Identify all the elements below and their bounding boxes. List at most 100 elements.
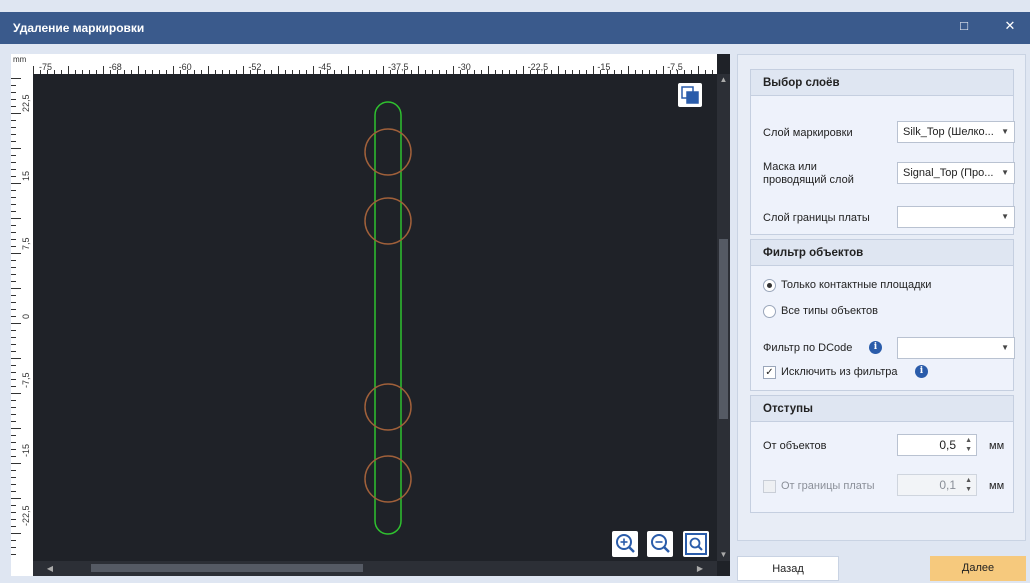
board-drawing[interactable] xyxy=(33,74,717,561)
mask-layer-select[interactable]: Signal_Top (Про... ▼ xyxy=(897,162,1015,184)
zoom-in-button[interactable] xyxy=(612,531,638,557)
ruler-tick xyxy=(11,127,16,128)
zoom-out-button[interactable] xyxy=(647,531,673,557)
ruler-tick xyxy=(11,141,16,142)
all-types-radio[interactable] xyxy=(763,305,776,318)
ruler-tick xyxy=(11,491,16,492)
ruler-tick xyxy=(11,414,16,415)
ruler-tick xyxy=(11,78,21,79)
ruler-tick xyxy=(11,386,16,387)
title-bar-strip: Удаление маркировки □ ✕ xyxy=(0,12,1030,44)
layers-group-title: Выбор слоёв xyxy=(751,70,1013,96)
ruler-top: mm -75 -68 -60 -52 -45 -37,5 -30 -22,5 -15 -7,5 xyxy=(11,54,717,74)
ruler-tick xyxy=(243,66,244,74)
ruler-tick xyxy=(11,260,16,261)
filter-group-title: Фильтр объектов xyxy=(751,240,1013,266)
zoom-fit-button[interactable] xyxy=(683,531,709,557)
pads-only-label[interactable]: Только контактные площадки xyxy=(781,279,931,291)
ruler-tick xyxy=(11,456,16,457)
scroll-right-icon[interactable]: ▶ xyxy=(693,561,707,576)
ruler-tick xyxy=(348,66,349,74)
chevron-down-icon: ▼ xyxy=(1001,168,1009,177)
ruler-tick xyxy=(11,162,16,163)
all-types-label[interactable]: Все типы объектов xyxy=(781,305,878,317)
ruler-tick xyxy=(453,66,454,74)
ruler-tick xyxy=(33,66,34,74)
next-button[interactable]: Далее xyxy=(930,556,1026,581)
dcode-filter-label: Фильтр по DCode xyxy=(763,342,853,354)
zoom-in-icon xyxy=(616,534,635,553)
maximize-button[interactable]: □ xyxy=(952,16,976,36)
offset-objects-input[interactable]: 0,5 ▲ ▼ xyxy=(897,434,977,456)
ruler-tick xyxy=(11,225,16,226)
ruler-tick xyxy=(11,183,21,184)
ruler-tick xyxy=(11,120,16,121)
ruler-top-label: -45 xyxy=(318,62,332,72)
ruler-top-label: -22,5 xyxy=(527,62,549,72)
board-canvas[interactable]: mm -75 -68 -60 -52 -45 -37,5 -30 -22,5 -15 -7,5 2… xyxy=(11,54,730,576)
ruler-tick xyxy=(11,267,16,268)
exclude-from-filter-label[interactable]: Исключить из фильтра xyxy=(781,366,897,378)
ruler-tick xyxy=(11,442,16,443)
ruler-tick xyxy=(11,407,16,408)
offset-border-unit: мм xyxy=(989,480,1005,492)
ruler-tick xyxy=(11,421,16,422)
ruler-tick xyxy=(11,190,16,191)
ruler-top-label: -15 xyxy=(597,62,611,72)
vertical-scrollbar[interactable]: ▲ ▼ xyxy=(717,74,730,561)
ruler-tick xyxy=(11,281,16,282)
ruler-tick xyxy=(313,66,314,74)
ruler-tick xyxy=(11,463,21,464)
ruler-tick xyxy=(138,66,139,74)
pads-only-radio[interactable] xyxy=(763,279,776,292)
offsets-group-title: Отступы xyxy=(751,396,1013,422)
ruler-left-label: -15 xyxy=(21,443,31,457)
offset-border-value: 0,1 xyxy=(939,478,956,492)
ruler-tick xyxy=(11,435,16,436)
ruler-tick xyxy=(68,66,69,74)
ruler-tick xyxy=(11,512,16,513)
horizontal-scroll-thumb[interactable] xyxy=(91,564,363,572)
offset-objects-label: От объектов xyxy=(763,440,827,452)
close-button[interactable]: ✕ xyxy=(998,16,1022,36)
dcode-filter-select[interactable]: ▼ xyxy=(897,337,1015,359)
mask-layer-value: Signal_Top (Про... xyxy=(903,167,994,179)
scroll-left-icon[interactable]: ◀ xyxy=(43,561,57,576)
ruler-tick xyxy=(11,505,16,506)
back-button[interactable]: Назад xyxy=(737,556,839,581)
exclude-info-icon[interactable]: i xyxy=(915,365,928,378)
marking-outline xyxy=(374,101,402,535)
offset-border-checkbox[interactable] xyxy=(763,480,776,493)
ruler-tick xyxy=(11,428,21,429)
ruler-tick xyxy=(11,309,16,310)
mask-layer-label-line2: проводящий слой xyxy=(763,174,854,186)
ruler-tick xyxy=(663,66,664,74)
scroll-down-icon[interactable]: ▼ xyxy=(717,549,730,561)
ruler-left-label: -7,5 xyxy=(21,372,31,388)
dcode-info-icon[interactable]: i xyxy=(869,341,882,354)
board-border-layer-select[interactable]: ▼ xyxy=(897,206,1015,228)
vertical-scroll-thumb[interactable] xyxy=(719,239,728,419)
horizontal-scrollbar[interactable]: ◀ ▶ xyxy=(33,561,717,576)
offsets-group: Отступы От объектов 0,5 ▲ ▼ мм От границы… xyxy=(750,395,1014,513)
offset-border-input[interactable]: 0,1 ▲ ▼ xyxy=(897,474,977,496)
ruler-tick xyxy=(11,99,16,100)
exclude-from-filter-checkbox[interactable]: ✓ xyxy=(763,366,776,379)
scroll-up-icon[interactable]: ▲ xyxy=(717,74,730,86)
layers-toggle-button[interactable] xyxy=(678,83,702,107)
ruler-tick xyxy=(11,498,21,499)
ruler-top-label: -52 xyxy=(248,62,262,72)
ruler-tick xyxy=(698,66,699,74)
offset-objects-unit: мм xyxy=(989,440,1005,452)
ruler-tick xyxy=(11,253,21,254)
ruler-tick xyxy=(11,106,16,107)
spinner-arrows-icon[interactable]: ▲ ▼ xyxy=(965,476,972,494)
ruler-tick xyxy=(11,372,16,373)
ruler-tick xyxy=(11,316,16,317)
offset-objects-value: 0,5 xyxy=(939,438,956,452)
spinner-arrows-icon[interactable]: ▲ ▼ xyxy=(965,436,972,454)
ruler-tick xyxy=(11,176,16,177)
marking-layer-select[interactable]: Silk_Top (Шелко... ▼ xyxy=(897,121,1015,143)
zoom-out-icon xyxy=(651,534,670,553)
ruler-tick xyxy=(11,92,16,93)
